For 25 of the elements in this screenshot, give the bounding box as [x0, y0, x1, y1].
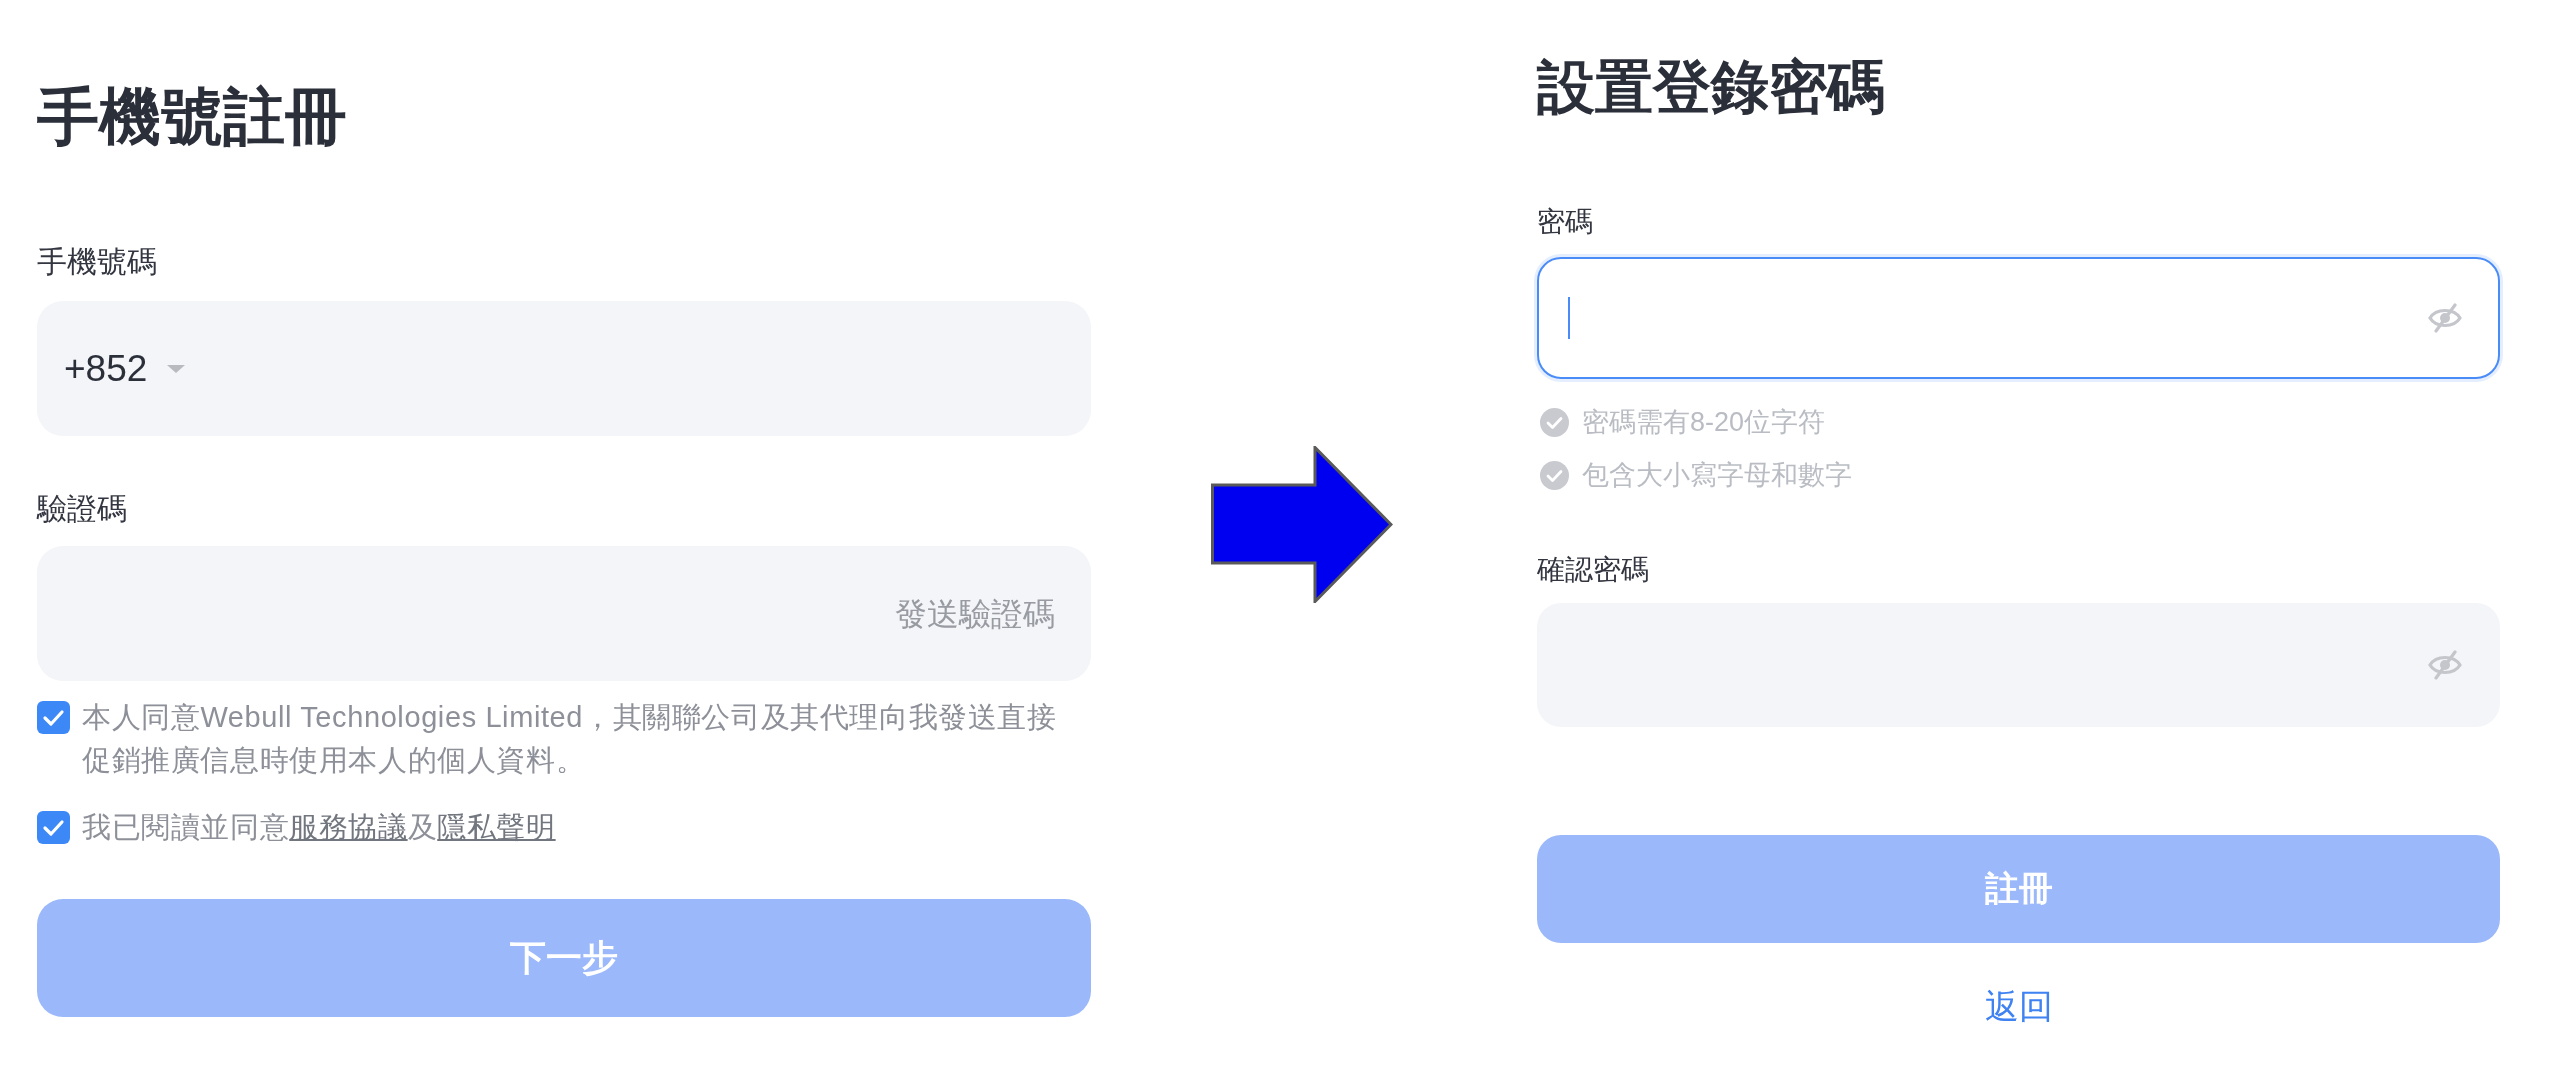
agreement-text: 我已閱讀並同意服務協議及隱私聲明: [82, 810, 557, 845]
password-field[interactable]: [1537, 257, 2500, 379]
field-label: 確認密碼: [1537, 553, 1650, 587]
checkbox[interactable]: [37, 811, 70, 844]
agreement-link[interactable]: 服務協議: [289, 811, 408, 843]
phone-number-field[interactable]: +852: [37, 301, 1091, 436]
confirm-password-field[interactable]: [1537, 603, 2500, 727]
right-arrow-icon: [1211, 446, 1393, 603]
password-rule-text: 密碼需有8-20位字符: [1582, 406, 1826, 439]
send-code-button[interactable]: 發送驗證碼: [895, 593, 1055, 634]
agreement-link[interactable]: 隱私聲明: [437, 811, 556, 843]
page-title: 手機號註冊: [37, 81, 348, 153]
field-label: 驗證碼: [37, 491, 128, 527]
agreement-text: 本人同意Webull Technologies Limited，其關聯公司及其代理向我發送直接促銷推廣信息時使用本人的個人資料。: [82, 700, 1058, 778]
text-cursor: [1568, 297, 1570, 339]
verification-code-field[interactable]: 發送驗證碼: [37, 546, 1091, 681]
password-rule-text: 包含大小寫字母和數字: [1582, 459, 1852, 492]
caret-icon: [167, 364, 186, 373]
country-code-dropdown[interactable]: +852: [64, 346, 186, 391]
field-label: 密碼: [1537, 205, 1594, 239]
page-title: 設置登錄密碼: [1537, 53, 1886, 121]
field-label: 手機號碼: [37, 244, 158, 280]
checkbox[interactable]: [37, 701, 70, 734]
eye-slash-icon[interactable]: [2428, 303, 2462, 333]
back-link[interactable]: 返回: [1984, 987, 2053, 1025]
